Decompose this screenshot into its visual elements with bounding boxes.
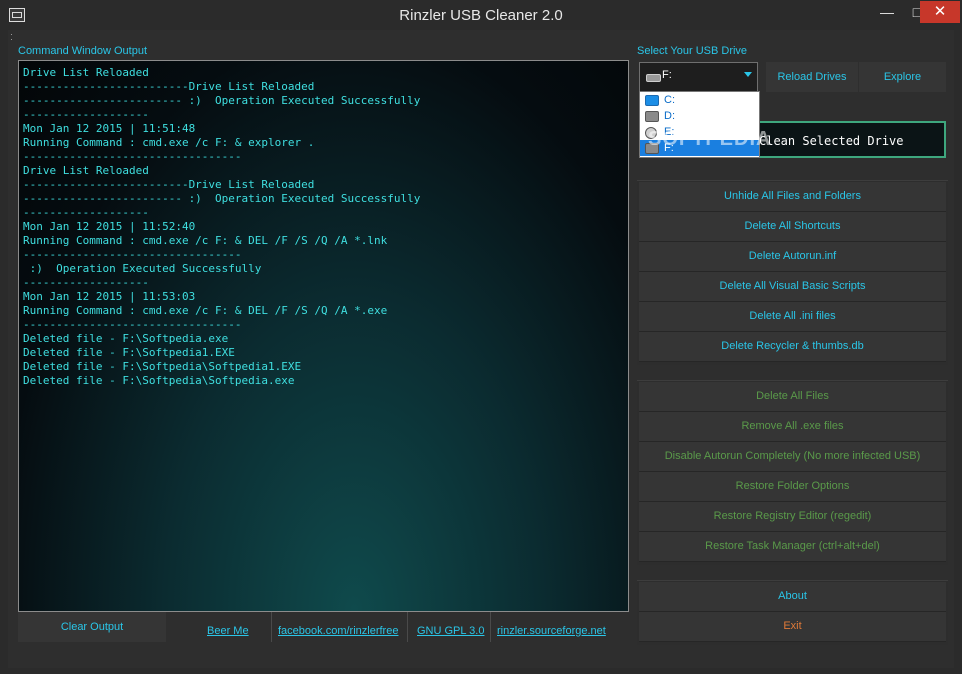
app-actions-panel: About Exit [637, 580, 948, 645]
chevron-down-icon[interactable] [744, 72, 752, 77]
console-line: ------------------------ :) Operation Ex… [23, 94, 421, 107]
delete-recycler-button[interactable]: Delete Recycler & thumbs.db [639, 332, 946, 362]
console-line: ------------------- [23, 206, 149, 219]
console-line: -------------------------Drive List Relo… [23, 80, 315, 93]
console-line: Mon Jan 12 2015 | 11:52:40 [23, 220, 196, 233]
restore-task-manager-button[interactable]: Restore Task Manager (ctrl+alt+del) [639, 532, 946, 562]
console-line: -------------------------Drive List Relo… [23, 178, 315, 191]
delete-all-files-button[interactable]: Delete All Files [639, 382, 946, 412]
drive-select-label: Select Your USB Drive [637, 45, 748, 57]
console-line: --------------------------------- [23, 318, 242, 331]
delete-vbs-button[interactable]: Delete All Visual Basic Scripts [639, 272, 946, 302]
cleanup-actions-panel: Unhide All Files and Folders Delete All … [637, 180, 948, 365]
unhide-files-button[interactable]: Unhide All Files and Folders [639, 182, 946, 212]
console-line: Deleted file - F:\Softpedia\Softpedia.ex… [23, 374, 295, 387]
exit-button[interactable]: Exit [639, 612, 946, 642]
console-line: Deleted file - F:\Softpedia1.EXE [23, 346, 235, 359]
remove-exe-button[interactable]: Remove All .exe files [639, 412, 946, 442]
divider [407, 612, 408, 642]
usb-drive-icon [646, 74, 661, 82]
main-client-area: · · Command Window Output Drive List Relo… [8, 30, 954, 668]
title-bar: Rinzler USB Cleaner 2.0 — □ ✕ [0, 0, 962, 30]
drive-option-label: C: [664, 94, 675, 106]
divider [271, 612, 272, 642]
windows-drive-icon [645, 95, 659, 106]
console-line: Running Command : cmd.exe /c F: & DEL /F… [23, 234, 388, 247]
divider [490, 612, 491, 642]
delete-ini-button[interactable]: Delete All .ini files [639, 302, 946, 332]
console-line: Drive List Reloaded [23, 66, 149, 79]
console-line: Deleted file - F:\Softpedia\Softpedia1.E… [23, 360, 302, 373]
usb-drive-select[interactable]: F: [639, 62, 758, 92]
reload-drives-button[interactable]: Reload Drives [766, 62, 858, 92]
license-link[interactable]: GNU GPL 3.0 [417, 625, 484, 637]
console-line: ------------------------ :) Operation Ex… [23, 192, 421, 205]
console-line: --------------------------------- [23, 150, 242, 163]
drive-option-label: D: [664, 110, 675, 122]
drive-option-d[interactable]: D: [640, 108, 759, 124]
hard-drive-icon [645, 111, 659, 122]
explore-button[interactable]: Explore [859, 62, 946, 92]
console-line: Running Command : cmd.exe /c F: & explor… [23, 136, 315, 149]
selected-drive-value: F: [662, 69, 672, 81]
clear-output-button[interactable]: Clear Output [18, 612, 166, 642]
console-line: Mon Jan 12 2015 | 11:51:48 [23, 122, 196, 135]
grip-icon: · · [10, 29, 13, 44]
console-line: Mon Jan 12 2015 | 11:53:03 [23, 290, 196, 303]
restore-folder-options-button[interactable]: Restore Folder Options [639, 472, 946, 502]
beer-me-link[interactable]: Beer Me [207, 625, 249, 637]
console-line: --------------------------------- [23, 248, 242, 261]
drive-option-c[interactable]: C: [640, 92, 759, 108]
console-lines: Drive List Reloaded ---------------------… [19, 61, 628, 388]
disable-autorun-button[interactable]: Disable Autorun Completely (No more infe… [639, 442, 946, 472]
sourceforge-link[interactable]: rinzler.sourceforge.net [497, 625, 606, 637]
delete-shortcuts-button[interactable]: Delete All Shortcuts [639, 212, 946, 242]
window-title: Rinzler USB Cleaner 2.0 [399, 7, 563, 24]
console-line: ------------------- [23, 108, 149, 121]
softpedia-watermark: SOFTPEDIA [648, 128, 772, 150]
close-button[interactable]: ✕ [920, 1, 960, 23]
console-line: :) Operation Executed Successfully [23, 262, 262, 275]
command-output-console[interactable]: Drive List Reloaded ---------------------… [18, 60, 629, 612]
about-button[interactable]: About [639, 582, 946, 612]
console-line: Deleted file - F:\Softpedia.exe [23, 332, 229, 345]
console-label: Command Window Output [18, 45, 147, 57]
delete-autorun-button[interactable]: Delete Autorun.inf [639, 242, 946, 272]
facebook-link[interactable]: facebook.com/rinzlerfree [278, 625, 398, 637]
console-line: Running Command : cmd.exe /c F: & DEL /F… [23, 304, 388, 317]
minimize-button[interactable]: — [872, 1, 902, 23]
advanced-actions-panel: Delete All Files Remove All .exe files D… [637, 380, 948, 565]
console-line: ------------------- [23, 276, 149, 289]
restore-regedit-button[interactable]: Restore Registry Editor (regedit) [639, 502, 946, 532]
console-line: Drive List Reloaded [23, 164, 149, 177]
